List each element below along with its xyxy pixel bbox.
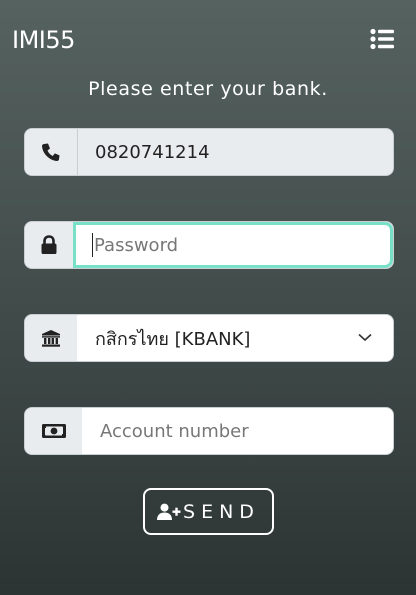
phone-value: 0820741214 bbox=[95, 141, 210, 163]
send-button[interactable]: SEND bbox=[143, 488, 274, 535]
user-plus-icon bbox=[157, 503, 181, 520]
phone-icon bbox=[42, 143, 60, 161]
account-input-group: Account number bbox=[24, 407, 394, 455]
password-addon bbox=[25, 222, 74, 268]
menu-button[interactable] bbox=[370, 28, 394, 50]
bank-addon bbox=[25, 315, 78, 361]
password-field[interactable]: Password bbox=[73, 222, 393, 268]
bank-select[interactable]: กสิกรไทย [KBANK] bbox=[77, 315, 393, 361]
account-addon bbox=[25, 408, 83, 454]
account-number-field[interactable]: Account number bbox=[82, 408, 393, 454]
bank-selected-value: กสิกรไทย [KBANK] bbox=[95, 328, 251, 350]
lock-icon bbox=[41, 235, 57, 254]
bank-input-group: กสิกรไทย [KBANK] bbox=[24, 314, 394, 362]
account-placeholder: Account number bbox=[100, 420, 249, 442]
phone-input-group: 0820741214 bbox=[24, 128, 394, 176]
brand-logo: IMI55 bbox=[12, 26, 75, 54]
list-icon bbox=[370, 28, 394, 50]
phone-field[interactable]: 0820741214 bbox=[77, 129, 393, 175]
text-cursor bbox=[92, 233, 93, 257]
form-subtitle: Please enter your bank. bbox=[88, 78, 328, 100]
password-input-group: Password bbox=[24, 221, 394, 269]
header: IMI55 bbox=[0, 0, 416, 78]
chevron-down-icon bbox=[358, 333, 372, 342]
bank-icon bbox=[42, 329, 60, 347]
password-placeholder: Password bbox=[94, 234, 179, 256]
phone-addon bbox=[25, 129, 78, 175]
send-label: SEND bbox=[183, 500, 260, 523]
money-bill-icon bbox=[41, 424, 66, 438]
